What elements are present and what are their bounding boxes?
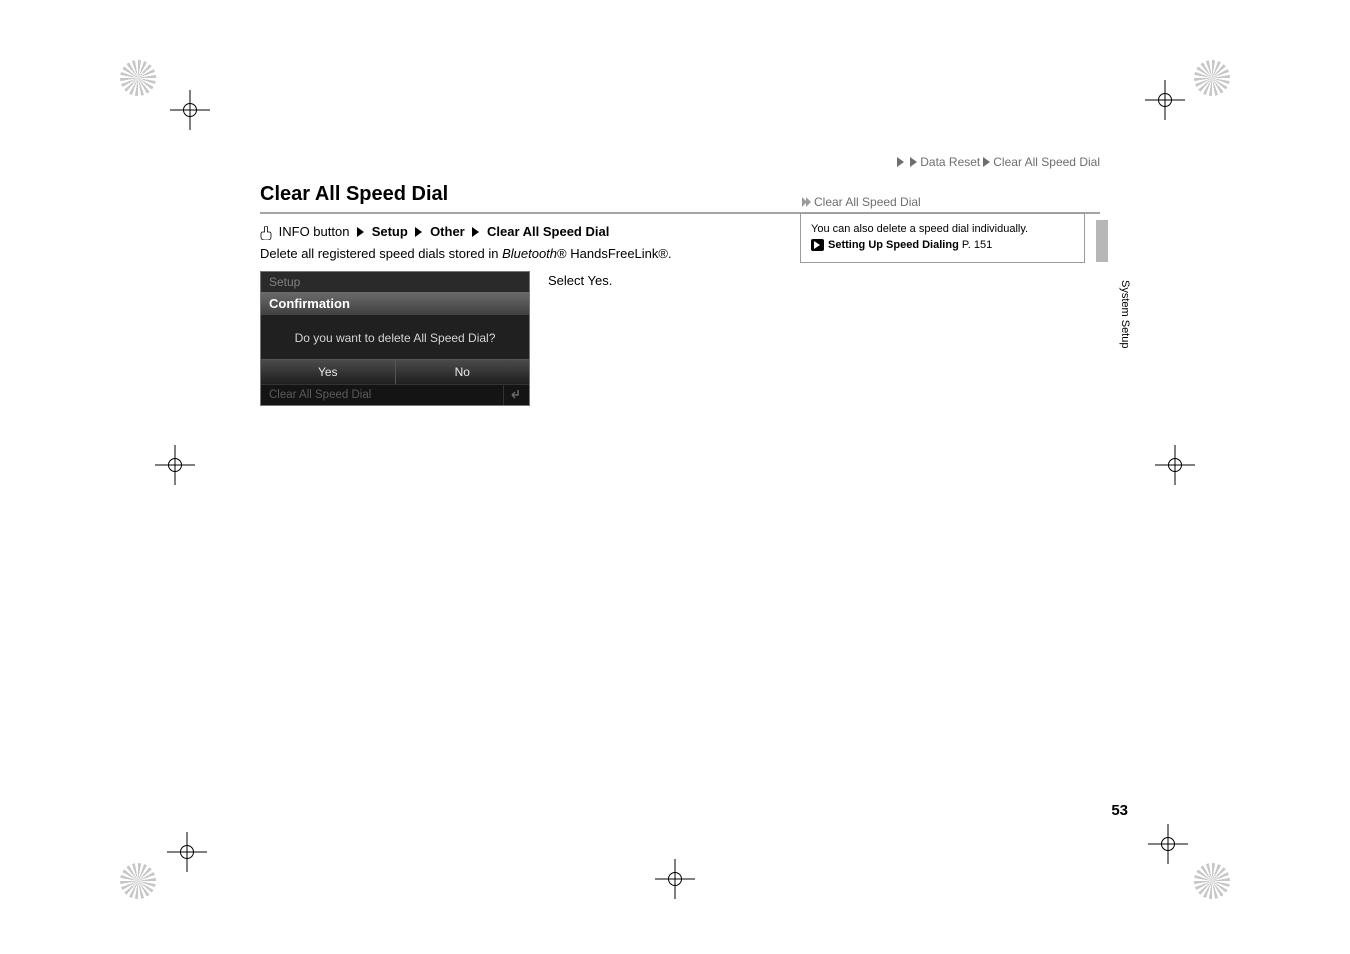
breadcrumb-seg1: Data Reset xyxy=(920,155,980,169)
path-step1: Setup xyxy=(372,224,408,239)
reg-mark xyxy=(1155,445,1195,485)
breadcrumb: Data Reset Clear All Speed Dial xyxy=(260,155,1100,169)
triangle-icon xyxy=(983,157,990,167)
note-header-text: Clear All Speed Dial xyxy=(814,195,921,209)
reg-mark xyxy=(120,60,156,96)
note-body: You can also delete a speed dial individ… xyxy=(800,214,1085,263)
screenshot-button-row: Yes No xyxy=(261,359,529,384)
desc-reg1: ® xyxy=(557,246,567,261)
page-content: Data Reset Clear All Speed Dial Clear All… xyxy=(260,155,1100,406)
step-value: Yes xyxy=(588,273,609,288)
triangle-icon xyxy=(910,157,917,167)
note-line1: You can also delete a speed dial individ… xyxy=(811,222,1074,238)
double-chevron-icon xyxy=(802,197,810,207)
note-header: Clear All Speed Dial xyxy=(800,195,1085,214)
screenshot-titlebar: Setup xyxy=(261,272,529,292)
desc-mid: HandsFreeLink xyxy=(567,246,659,261)
triangle-icon xyxy=(897,157,904,167)
screenshot-yes-button: Yes xyxy=(261,360,396,384)
triangle-icon xyxy=(415,227,422,237)
note-ref-page: P. 151 xyxy=(959,239,992,251)
desc-prefix: Delete all registered speed dials stored… xyxy=(260,246,502,261)
margin-tab xyxy=(1096,220,1108,262)
screenshot-row: Setup Confirmation Do you want to delete… xyxy=(260,271,1100,406)
screenshot-question: Do you want to delete All Speed Dial? xyxy=(261,315,529,359)
return-icon xyxy=(503,385,529,405)
reg-mark xyxy=(120,863,156,899)
path-button: INFO button xyxy=(279,224,350,239)
screenshot-footer: Clear All Speed Dial xyxy=(261,384,529,405)
note-ref: Setting Up Speed Dialing P. 151 xyxy=(811,238,1074,254)
sidebar-note: Clear All Speed Dial You can also delete… xyxy=(800,195,1085,263)
device-screenshot: Setup Confirmation Do you want to delete… xyxy=(260,271,530,406)
reg-mark xyxy=(1194,863,1230,899)
desc-reg2: ® xyxy=(658,246,668,261)
reference-arrow-icon xyxy=(811,239,824,251)
desc-suffix: . xyxy=(668,246,672,261)
reg-mark xyxy=(167,832,207,872)
vertical-section-label: System Setup xyxy=(1119,280,1131,348)
hand-icon xyxy=(260,226,272,240)
page-number: 53 xyxy=(1111,802,1128,819)
reg-mark xyxy=(1148,824,1188,864)
screenshot-footer-text: Clear All Speed Dial xyxy=(261,385,503,405)
triangle-icon xyxy=(357,227,364,237)
screenshot-confirm-header: Confirmation xyxy=(261,292,529,315)
breadcrumb-seg2: Clear All Speed Dial xyxy=(993,155,1100,169)
reg-mark xyxy=(155,445,195,485)
note-ref-label: Setting Up Speed Dialing xyxy=(828,239,959,251)
step-suffix: . xyxy=(609,273,613,288)
path-step3: Clear All Speed Dial xyxy=(487,224,609,239)
reg-mark xyxy=(1194,60,1230,96)
screenshot-no-button: No xyxy=(396,360,530,384)
step-prefix: Select xyxy=(548,273,588,288)
path-step2: Other xyxy=(430,224,465,239)
reg-mark xyxy=(1145,80,1185,120)
reg-mark xyxy=(655,859,695,899)
desc-bluetooth: Bluetooth xyxy=(502,246,557,261)
reg-mark xyxy=(170,90,210,130)
triangle-icon xyxy=(472,227,479,237)
step-instruction: Select Yes. xyxy=(548,271,612,406)
